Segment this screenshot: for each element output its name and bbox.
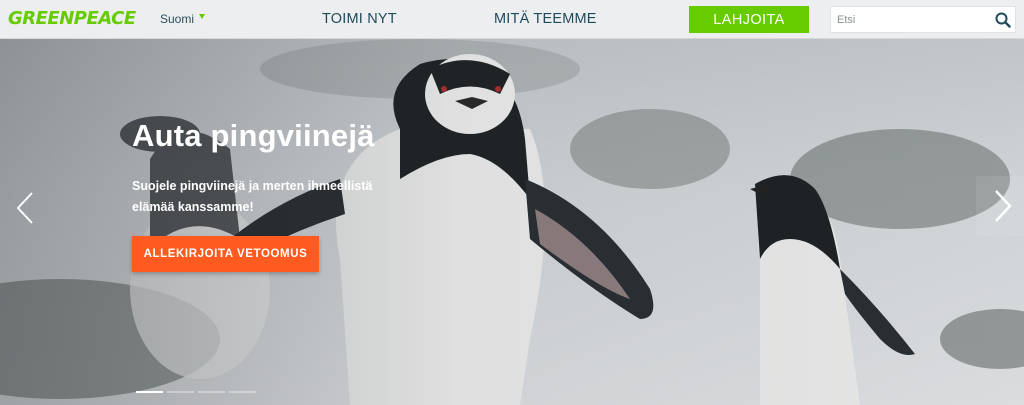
hero-title: Auta pingviinejä [132, 118, 375, 153]
donate-button[interactable]: LAHJOITA [689, 6, 809, 33]
greenpeace-logo[interactable]: GREENPEACE [8, 8, 136, 30]
hero-text: Suojele pingviinejä ja merten ihmeellist… [132, 179, 373, 214]
hero-overlay [0, 39, 1024, 405]
carousel-prev-button[interactable] [12, 190, 42, 226]
chevron-down-icon[interactable] [199, 14, 205, 19]
sign-petition-button[interactable]: ALLEKIRJOITA VETOOMUS [132, 236, 319, 272]
hero-carousel: Auta pingviinejä Suojele pingviinejä ja … [0, 39, 1024, 405]
search-input[interactable] [837, 11, 987, 29]
carousel-next-button[interactable] [976, 176, 1024, 236]
chevron-left-icon [16, 192, 33, 224]
site-header: GREENPEACE Suomi TOIMI NYT MITÄ TEEMME L… [0, 0, 1024, 39]
search-icon[interactable] [995, 12, 1011, 28]
nav-mita-teemme[interactable]: MITÄ TEEMME [494, 11, 597, 27]
search-box [830, 6, 1016, 33]
chevron-right-icon [995, 190, 1012, 222]
carousel-dot-2[interactable] [167, 391, 194, 393]
carousel-dot-4[interactable] [229, 391, 256, 393]
nav-toimi-nyt[interactable]: TOIMI NYT [322, 11, 397, 27]
language-selector[interactable]: Suomi [160, 12, 194, 26]
carousel-dot-3[interactable] [198, 391, 225, 393]
carousel-dot-1[interactable] [136, 391, 163, 393]
